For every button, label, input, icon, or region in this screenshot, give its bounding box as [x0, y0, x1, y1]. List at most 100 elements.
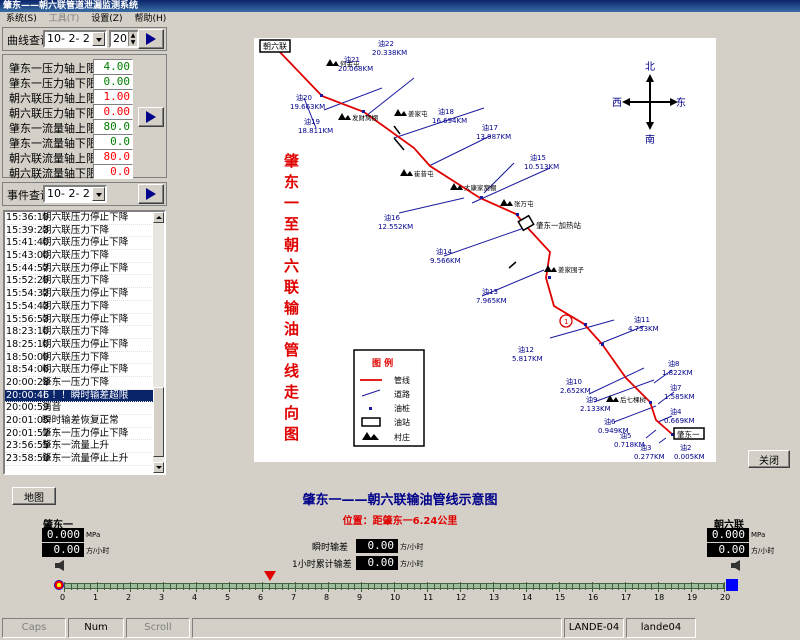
event-list-item[interactable]: 15:36:19朝六联压力停止下降 — [5, 212, 164, 225]
event-list-item[interactable]: 15:54:32朝六联压力停止下降 — [5, 288, 164, 301]
limit-value-field[interactable]: 80.0 — [93, 149, 133, 164]
event-list-item[interactable]: 15:54:43朝六联压力下降 — [5, 300, 164, 314]
scale-tick — [136, 584, 138, 590]
apply-limits-button[interactable] — [138, 107, 164, 127]
legend-item: 管线 — [394, 375, 410, 385]
event-list-item[interactable]: 18:54:06朝六联压力停止下降 — [5, 364, 164, 377]
event-query-go-button[interactable] — [138, 184, 164, 204]
map-legend: 图 例 管线 道路 油桩 油站 村庄 — [353, 349, 425, 447]
scale-tick-label: 16 — [588, 593, 599, 602]
event-list-item[interactable]: 15:41:40朝六联压力停止下降 — [5, 237, 164, 251]
event-list-item[interactable]: 20:01:05瞬时输差恢复正常 — [5, 415, 164, 428]
legend-station-swatch — [361, 417, 381, 427]
event-list-item[interactable]: 15:39:23朝六联压力下降 — [5, 224, 164, 238]
menu-item-3[interactable]: 帮助(H) — [128, 12, 172, 26]
scale-tick — [611, 584, 613, 590]
leak-position-pointer[interactable] — [263, 571, 276, 581]
event-text: 朝六联压力停止下降 — [42, 237, 129, 249]
station-zhaodong-one[interactable]: 肇东一 — [673, 427, 705, 440]
menu-item-0[interactable]: 系统(S) — [0, 12, 43, 26]
limit-value-field[interactable]: 4.00 — [93, 59, 133, 74]
scale-tick — [453, 584, 455, 590]
event-list-item[interactable]: 20:01:52肇东一压力停止下降 — [5, 427, 164, 441]
close-button[interactable]: 关闭 — [748, 450, 790, 468]
scale-tick — [651, 584, 653, 590]
event-list-item[interactable]: 18:25:10朝六联压力停止下降 — [5, 338, 164, 352]
chevron-down-icon[interactable] — [92, 32, 105, 46]
village-icon — [606, 395, 619, 402]
event-list-item[interactable]: 20:00:28肇东一压力下降 — [5, 376, 164, 390]
limit-value-field[interactable]: 0.00 — [93, 74, 133, 89]
scale-tick — [427, 582, 428, 592]
scroll-up-icon[interactable] — [153, 212, 164, 223]
stake-label: 油1510.513KM — [524, 153, 559, 171]
stake-km: 2.652KM — [560, 387, 591, 395]
stake-id: 油22 — [378, 39, 394, 48]
stake-km: 4.733KM — [628, 325, 659, 333]
event-text: 消音 — [42, 402, 62, 414]
limit-value-field[interactable]: 0.00 — [93, 104, 133, 119]
scroll-down-icon[interactable] — [153, 462, 164, 473]
curve-query-go-button[interactable] — [138, 29, 164, 49]
hour-diff-unit: 方/小时 — [400, 560, 424, 568]
curve-hour-spinner[interactable]: 20 ▲ ▼ — [109, 30, 139, 48]
menu-item-2[interactable]: 设置(Z) — [85, 12, 128, 26]
chevron-down-icon[interactable] — [92, 187, 105, 201]
curve-date-combo[interactable]: 10- 2- 2 — [43, 30, 107, 48]
limit-row: 朝六联压力轴上限 1.00 — [7, 89, 159, 105]
event-text: 瞬时输差恢复正常 — [42, 415, 119, 426]
speaker-icon[interactable] — [54, 560, 66, 571]
limit-value-field[interactable]: 1.00 — [93, 89, 133, 104]
start-station-marker[interactable] — [54, 580, 64, 590]
scale-tick — [156, 584, 158, 590]
scale-tick — [545, 584, 547, 590]
station-zhaodong-heating[interactable]: 肇东一加热站 — [517, 214, 581, 232]
stake-label: 油2019.663KM — [290, 93, 325, 111]
event-text: 朝六联压力下降 — [42, 300, 110, 312]
left-pressure-display: 0.000 — [42, 528, 84, 542]
scale-tick — [149, 584, 151, 590]
event-list-item[interactable]: 15:52:29朝六联压力下降 — [5, 275, 164, 289]
event-text: 肇东一流量上升 — [42, 440, 110, 452]
scale-tick — [64, 582, 65, 592]
status-cell: Num — [68, 618, 124, 638]
event-list-scrollbar[interactable] — [153, 212, 164, 473]
event-list-item[interactable]: 18:50:09朝六联压力下降 — [5, 351, 164, 365]
end-station-marker[interactable] — [726, 579, 738, 591]
scale-tick — [413, 584, 415, 590]
legend-title: 图 例 — [372, 357, 393, 369]
event-text: ！！！瞬时输差超限 — [42, 389, 129, 401]
spinner-arrows-icon[interactable]: ▲ ▼ — [128, 32, 137, 46]
event-list-item[interactable]: 20:00:46！！！瞬时输差超限 — [5, 389, 164, 403]
station-label: 肇东一加热站 — [536, 220, 581, 230]
station-chaoliulian[interactable]: 朝六联 — [259, 39, 291, 53]
event-list-item[interactable]: 20:00:59消音 — [5, 402, 164, 415]
stake-km: 5.817KM — [512, 355, 543, 363]
scale-tick — [189, 584, 191, 590]
limit-value-field[interactable]: 0.0 — [93, 134, 133, 149]
limit-value-field[interactable]: 80.0 — [93, 119, 133, 134]
event-list-item[interactable]: 18:23:10朝六联压力下降 — [5, 326, 164, 339]
stake-id: 油6 — [604, 417, 616, 426]
menu-item-1[interactable]: 工具(T) — [43, 12, 86, 26]
menu-bar: 系统(S) 工具(T) 设置(Z) 帮助(H) — [0, 12, 800, 26]
village-label: 姜家围子 — [558, 265, 585, 274]
event-time: 15:36:19 — [6, 212, 50, 223]
event-text: 朝六联压力下降 — [42, 351, 110, 363]
event-list-item[interactable]: 15:44:57朝六联压力停止下降 — [5, 262, 164, 276]
speaker-icon[interactable] — [730, 560, 742, 571]
scale-tick — [70, 584, 72, 590]
distance-scale[interactable]: 0 1 2 3 4 5 6 7 8 9 10 11 12 13 14 15 16 17 18 19 20 — [52, 570, 742, 606]
event-date-combo[interactable]: 10- 2- 2 — [43, 185, 107, 203]
event-list-item[interactable]: 15:43:00朝六联压力下降 — [5, 250, 164, 263]
event-list-item[interactable]: 23:56:55肇东一流量上升 — [5, 440, 164, 454]
scale-tick-label: 15 — [555, 593, 566, 602]
compass-north: 北 — [645, 61, 655, 73]
event-time: 20:00:28 — [6, 376, 50, 388]
scale-tick-label: 3 — [159, 593, 165, 602]
limit-value-field[interactable]: 0.0 — [93, 164, 133, 179]
event-list-item[interactable]: 15:56:53朝六联压力停止下降 — [5, 313, 164, 327]
event-list[interactable]: 15:36:19朝六联压力停止下降 15:39:23朝六联压力下降 15:41:40… — [3, 210, 166, 475]
event-list-item[interactable]: 23:58:50肇东一流量停止上升 — [5, 453, 164, 466]
scroll-thumb[interactable] — [153, 387, 164, 457]
